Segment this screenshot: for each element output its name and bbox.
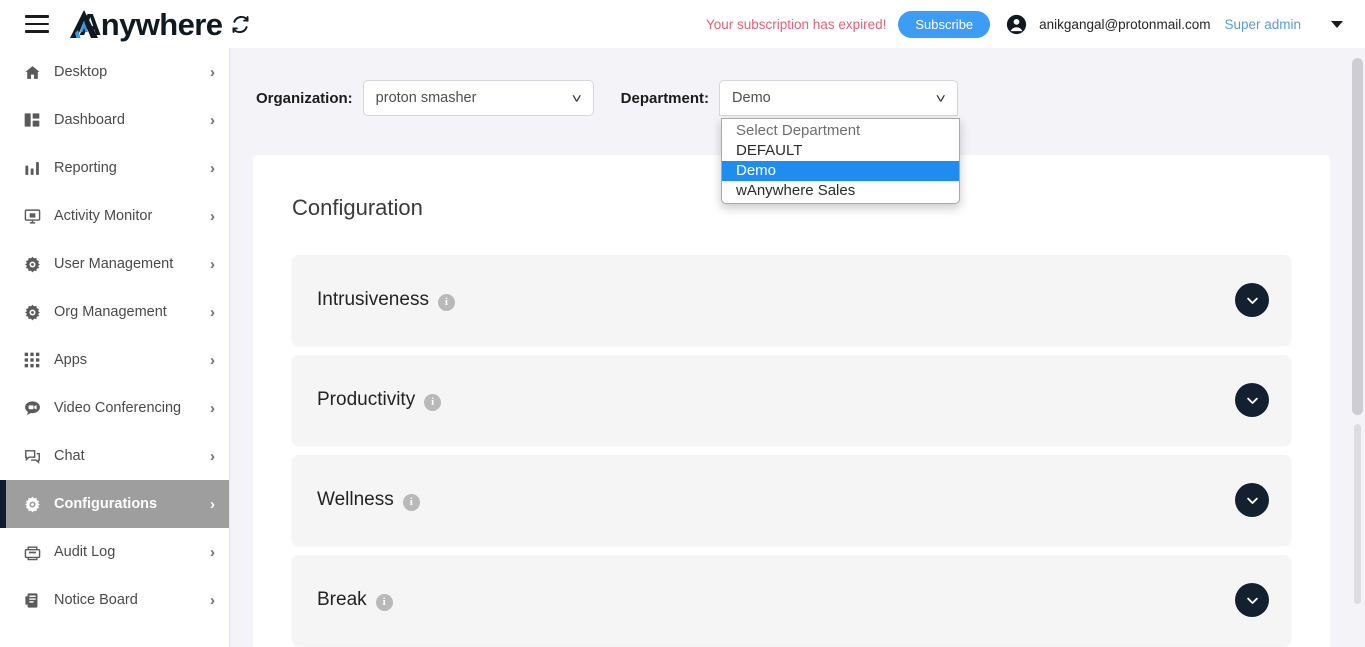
gear-icon bbox=[22, 254, 42, 274]
card-title: Productivity bbox=[317, 389, 416, 410]
sidebar-item-reporting[interactable]: Reporting › bbox=[0, 144, 229, 192]
chevron-right-icon: › bbox=[210, 63, 215, 81]
configuration-card-list: Intrusiveness i Productivity i Wellness … bbox=[253, 221, 1330, 645]
department-select[interactable]: Demo ˅ bbox=[719, 80, 959, 116]
department-dropdown-list[interactable]: Select Department DEFAULT Demo wAnywhere… bbox=[721, 118, 960, 204]
anywhere-logo-mark-icon bbox=[67, 8, 101, 40]
hamburger-bar bbox=[25, 15, 49, 18]
sidebar-item-label: Chat bbox=[54, 448, 85, 464]
sidebar-item-user-management[interactable]: User Management › bbox=[0, 240, 229, 288]
chevron-right-icon: › bbox=[210, 351, 215, 369]
sidebar-item-chat[interactable]: Chat › bbox=[0, 432, 229, 480]
config-card-intrusiveness[interactable]: Intrusiveness i bbox=[292, 255, 1291, 345]
app-header: Anywhere Your subscription has expired! … bbox=[0, 0, 1365, 48]
chevron-right-icon: › bbox=[210, 255, 215, 273]
hamburger-menu-icon[interactable] bbox=[25, 15, 49, 33]
home-icon bbox=[22, 62, 42, 82]
chevron-right-icon: › bbox=[210, 591, 215, 609]
sidebar-item-label: Configurations bbox=[54, 496, 158, 512]
hamburger-bar bbox=[25, 30, 49, 33]
chat-bubble-icon bbox=[22, 446, 42, 466]
expand-button[interactable] bbox=[1235, 483, 1269, 517]
info-icon[interactable]: i bbox=[375, 593, 393, 611]
organization-label: Organization: bbox=[256, 89, 353, 107]
card-title: Break bbox=[317, 589, 367, 610]
organization-select-value: proton smasher bbox=[375, 90, 477, 106]
sidebar-item-apps[interactable]: Apps › bbox=[0, 336, 229, 384]
bar-chart-icon bbox=[22, 158, 42, 178]
audit-log-icon bbox=[22, 542, 42, 562]
info-icon[interactable]: i bbox=[424, 393, 442, 411]
video-chat-icon bbox=[22, 398, 42, 418]
info-icon[interactable]: i bbox=[402, 493, 420, 511]
sidebar-item-video-conferencing[interactable]: Video Conferencing › bbox=[0, 384, 229, 432]
sidebar-item-org-management[interactable]: Org Management › bbox=[0, 288, 229, 336]
department-option-select-department[interactable]: Select Department bbox=[722, 121, 959, 141]
chevron-down-icon: ˅ bbox=[936, 90, 947, 106]
department-option-default[interactable]: DEFAULT bbox=[722, 141, 959, 161]
sidebar-item-label: Notice Board bbox=[54, 592, 138, 608]
inner-scrollbar-thumb[interactable] bbox=[1354, 424, 1361, 604]
user-email-label: anikgangal@protonmail.com bbox=[1039, 16, 1211, 32]
chevron-right-icon: › bbox=[210, 159, 215, 177]
chevron-right-icon: › bbox=[210, 399, 215, 417]
app-logo[interactable]: Anywhere bbox=[67, 8, 223, 40]
page-scrollbar-thumb[interactable] bbox=[1352, 58, 1363, 415]
sidebar-item-label: Org Management bbox=[54, 304, 167, 320]
department-option-demo[interactable]: Demo bbox=[722, 161, 959, 181]
expand-button[interactable] bbox=[1235, 283, 1269, 317]
gear-icon bbox=[22, 302, 42, 322]
chevron-right-icon: › bbox=[210, 447, 215, 465]
sidebar-item-label: Audit Log bbox=[54, 544, 116, 560]
config-card-break[interactable]: Break i bbox=[292, 555, 1291, 645]
apps-grid-icon bbox=[22, 350, 42, 370]
sidebar-item-desktop[interactable]: Desktop › bbox=[0, 48, 229, 96]
chevron-down-icon: ˅ bbox=[571, 90, 583, 106]
expand-button[interactable] bbox=[1235, 583, 1269, 617]
chevron-right-icon: › bbox=[210, 495, 215, 513]
sidebar-item-label: Reporting bbox=[54, 160, 117, 176]
sidebar-item-audit-log[interactable]: Audit Log › bbox=[0, 528, 229, 576]
card-title: Intrusiveness bbox=[317, 289, 429, 310]
sidebar-item-label: Desktop bbox=[54, 64, 108, 80]
organization-select[interactable]: proton smasher ˅ bbox=[362, 80, 594, 116]
sidebar-item-configurations[interactable]: Configurations › bbox=[0, 480, 229, 528]
user-menu-chevron-down-icon[interactable] bbox=[1331, 20, 1343, 28]
header-right-group: Your subscription has expired! Subscribe… bbox=[705, 10, 1343, 38]
user-role-label: Super admin bbox=[1224, 16, 1301, 32]
chevron-right-icon: › bbox=[210, 207, 215, 225]
config-card-productivity[interactable]: Productivity i bbox=[292, 355, 1291, 445]
settings-gear-icon bbox=[22, 494, 42, 514]
dashboard-grid-icon bbox=[22, 110, 42, 130]
chevron-right-icon: › bbox=[210, 303, 215, 321]
user-avatar-icon[interactable] bbox=[1006, 14, 1027, 35]
filter-bar: Organization: proton smasher ˅ Departmen… bbox=[230, 48, 1353, 204]
department-option-wanywhere-sales[interactable]: wAnywhere Sales bbox=[722, 181, 959, 201]
hamburger-bar bbox=[25, 22, 49, 26]
notice-board-icon bbox=[22, 590, 42, 610]
sidebar-nav: Desktop › Dashboard › Reporting › Activi… bbox=[0, 48, 230, 647]
sidebar-item-activity-monitor[interactable]: Activity Monitor › bbox=[0, 192, 229, 240]
subscription-expired-message: Your subscription has expired! bbox=[705, 16, 887, 32]
sidebar-item-label: Video Conferencing bbox=[54, 400, 182, 416]
sidebar-item-label: Activity Monitor bbox=[54, 208, 153, 224]
department-label: Department: bbox=[620, 89, 710, 107]
sidebar-item-dashboard[interactable]: Dashboard › bbox=[0, 96, 229, 144]
subscribe-button[interactable]: Subscribe bbox=[898, 10, 991, 38]
sidebar-item-notice-board[interactable]: Notice Board › bbox=[0, 576, 229, 624]
card-title: Wellness bbox=[317, 489, 394, 510]
chevron-right-icon: › bbox=[210, 111, 215, 129]
config-card-wellness[interactable]: Wellness i bbox=[292, 455, 1291, 545]
sidebar-item-label: Apps bbox=[54, 352, 88, 368]
chevron-right-icon: › bbox=[210, 543, 215, 561]
expand-button[interactable] bbox=[1235, 383, 1269, 417]
refresh-icon[interactable] bbox=[230, 14, 251, 35]
main-content: Organization: proton smasher ˅ Departmen… bbox=[230, 48, 1353, 647]
sidebar-item-label: Dashboard bbox=[54, 112, 125, 128]
info-icon[interactable]: i bbox=[437, 293, 455, 311]
monitor-icon bbox=[22, 206, 42, 226]
department-select-value: Demo bbox=[732, 90, 771, 106]
sidebar-item-label: User Management bbox=[54, 256, 174, 272]
configuration-panel: Configuration Intrusiveness i Productivi… bbox=[253, 155, 1330, 647]
